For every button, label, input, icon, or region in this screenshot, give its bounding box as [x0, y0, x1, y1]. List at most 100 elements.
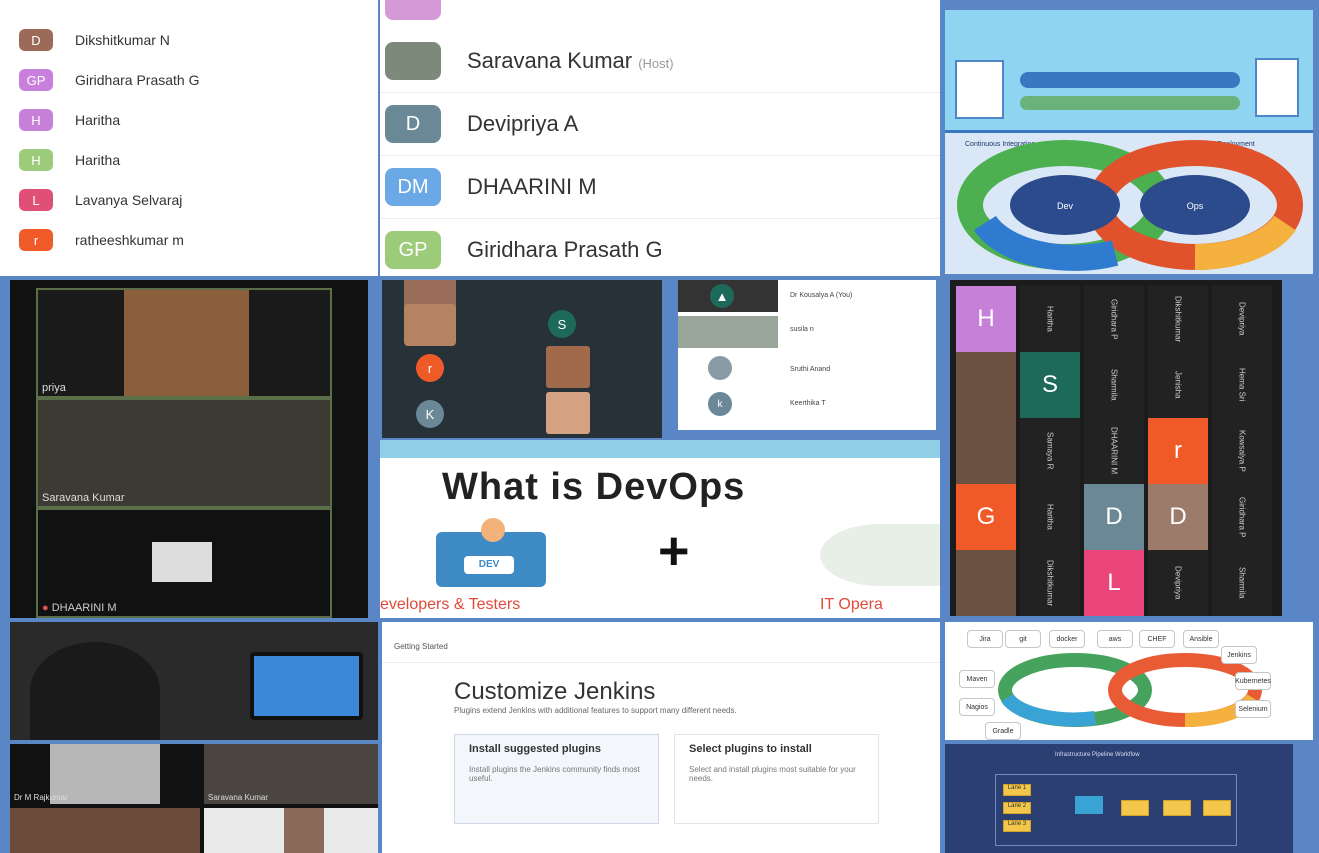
participant-video: [284, 808, 324, 853]
gallery-tile[interactable]: D: [1148, 484, 1208, 550]
avatar: D: [385, 105, 441, 143]
participant-row[interactable]: Saravana Kumar (Host): [380, 30, 940, 93]
participant-name: susila n: [790, 326, 814, 333]
participant-video: [678, 316, 778, 348]
it-ops-caption: IT Opera: [820, 596, 883, 613]
slide-header-bar: [380, 440, 940, 458]
gallery-tile[interactable]: Giridhara P: [1084, 286, 1144, 352]
participant-video: [546, 392, 590, 434]
participant-name: Devipriya A: [467, 111, 578, 137]
gallery-tile[interactable]: L: [1084, 550, 1144, 616]
ops-label: Ops: [1187, 201, 1204, 211]
participant-row[interactable]: GP Giridhara Prasath G: [0, 60, 378, 100]
jenkins-setup-screen: Getting Started Customize Jenkins Plugin…: [382, 622, 940, 853]
gallery-tile[interactable]: Dikshitkumar: [1020, 550, 1080, 616]
gallery-tile[interactable]: [956, 418, 1016, 484]
video-tile[interactable]: Saravana Kumar: [36, 398, 332, 508]
participant-name-text: Giridhara Prasath G: [467, 237, 663, 262]
gallery-tile[interactable]: Devipriya: [1212, 286, 1272, 352]
page-title: Customize Jenkins: [454, 678, 656, 705]
avatar-placeholder-icon: [152, 542, 212, 582]
tool-logo: aws: [1097, 630, 1133, 648]
participant-name: Giridhara Prasath G: [75, 72, 200, 88]
participant-video: [404, 304, 456, 346]
gallery-tile[interactable]: Dikshitkumar: [1148, 286, 1208, 352]
face-icon: [481, 518, 505, 542]
workflow-arrow: [1020, 96, 1240, 110]
participant-name: Keerthika T: [790, 400, 826, 407]
avatar: K: [416, 400, 444, 428]
avatar: [385, 0, 441, 20]
developers-caption: evelopers & Testers: [380, 596, 521, 613]
participant-row[interactable]: L Lavanya Selvaraj: [0, 180, 378, 220]
pipeline-step: [1203, 800, 1231, 816]
participant-label: Saravana Kumar: [208, 793, 269, 802]
participant-label: Dr M Rajkumar: [14, 793, 68, 802]
gallery-tile[interactable]: r: [1148, 418, 1208, 484]
workflow-arrow: [1020, 72, 1240, 88]
participant-row[interactable]: GP Giridhara Prasath G: [380, 219, 940, 276]
participant-name: Saravana Kumar (Host): [467, 48, 674, 74]
select-plugins-button[interactable]: Select plugins to install Select and ins…: [674, 734, 879, 824]
tool-logo: Kubernetes: [1235, 672, 1271, 690]
pipeline-hub: [1075, 796, 1103, 814]
gallery-tile[interactable]: D: [1084, 484, 1144, 550]
video-grid-left: priya Saravana Kumar ● DHAARINI M: [10, 280, 368, 618]
devops-tools-diagram: Jira git docker aws CHEF Ansible Jenkins Kubern…: [945, 622, 1313, 740]
option-description: Select and install plugins most suitable…: [689, 765, 856, 783]
participant-name-text: DHAARINI M: [467, 174, 597, 199]
participant-panel: ▲ k Dr Kousalya A (You) susila n Sruthi …: [678, 280, 936, 430]
gallery-tile[interactable]: G: [956, 484, 1016, 550]
pipeline-step: Lane 3: [1003, 820, 1031, 832]
avatar: L: [19, 189, 53, 211]
gallery-tile[interactable]: S: [1020, 352, 1080, 418]
participant-name-text: Devipriya A: [467, 111, 579, 136]
pipeline-title: Infrastructure Pipeline Workflow: [1055, 752, 1140, 758]
participant-row[interactable]: r ratheeshkumar m: [0, 220, 378, 260]
pipeline-step: Lane 1: [1003, 784, 1031, 796]
pipeline-diagram: Infrastructure Pipeline Workflow Lane 1 …: [945, 744, 1293, 853]
video-tile[interactable]: [204, 808, 378, 853]
gallery-tile[interactable]: Samaya R: [1020, 418, 1080, 484]
video-tile[interactable]: [10, 808, 200, 853]
gallery-tile[interactable]: Devipriya: [1148, 550, 1208, 616]
participant-label: priya: [42, 382, 66, 394]
gallery-tile[interactable]: Jenisha: [1148, 352, 1208, 418]
gallery-tile[interactable]: H: [956, 286, 1016, 352]
tool-logo: Jira: [967, 630, 1003, 648]
gallery-tile[interactable]: [956, 550, 1016, 616]
avatar: H: [19, 149, 53, 171]
participant-row[interactable]: H Haritha: [0, 100, 378, 140]
gallery-tile[interactable]: Giridhara P: [1212, 484, 1272, 550]
avatar: [385, 42, 441, 80]
gallery-tile[interactable]: Haritha: [1020, 286, 1080, 352]
video-tile[interactable]: priya: [36, 288, 332, 398]
video-tile[interactable]: Saravana Kumar: [204, 744, 378, 804]
option-description: Install plugins the Jenkins community fi…: [469, 765, 640, 783]
avatar: DM: [385, 168, 441, 206]
gallery-tile[interactable]: Sharmila: [1212, 550, 1272, 616]
header-title: Getting Started: [394, 642, 448, 651]
participant-row[interactable]: H Haritha: [0, 140, 378, 180]
participant-name: Giridhara Prasath G: [467, 237, 663, 263]
gallery-tile[interactable]: DHAARINI M: [1084, 418, 1144, 484]
video-tile[interactable]: Dr M Rajkumar: [10, 744, 200, 804]
participant-name: Haritha: [75, 152, 121, 168]
participant-video: [546, 346, 590, 388]
tool-logo: Selenium: [1235, 700, 1271, 718]
gallery-tile[interactable]: Haritha: [1020, 484, 1080, 550]
gallery-view: H Haritha Giridhara P Dikshitkumar Devipriya…: [950, 280, 1282, 616]
install-suggested-plugins-button[interactable]: Install suggested plugins Install plugin…: [454, 734, 659, 824]
video-grid-bottom: Dr M Rajkumar Saravana Kumar: [10, 744, 378, 853]
devops-intro-slide: What is DevOps DEV + evelopers & Testers…: [380, 440, 940, 618]
gallery-tile[interactable]: [956, 352, 1016, 418]
participant-list-small: D Dikshitkumar N GP Giridhara Prasath G H Har…: [0, 0, 378, 276]
gallery-tile[interactable]: Hema Sri: [1212, 352, 1272, 418]
participant-row[interactable]: D Devipriya A: [380, 93, 940, 156]
plus-icon: +: [658, 521, 690, 581]
video-tile[interactable]: ● DHAARINI M: [36, 508, 332, 618]
participant-row[interactable]: D Dikshitkumar N: [0, 20, 378, 60]
gallery-tile[interactable]: Kowsalya P: [1212, 418, 1272, 484]
participant-row[interactable]: DM DHAARINI M: [380, 156, 940, 219]
gallery-tile[interactable]: Sharmila: [1084, 352, 1144, 418]
